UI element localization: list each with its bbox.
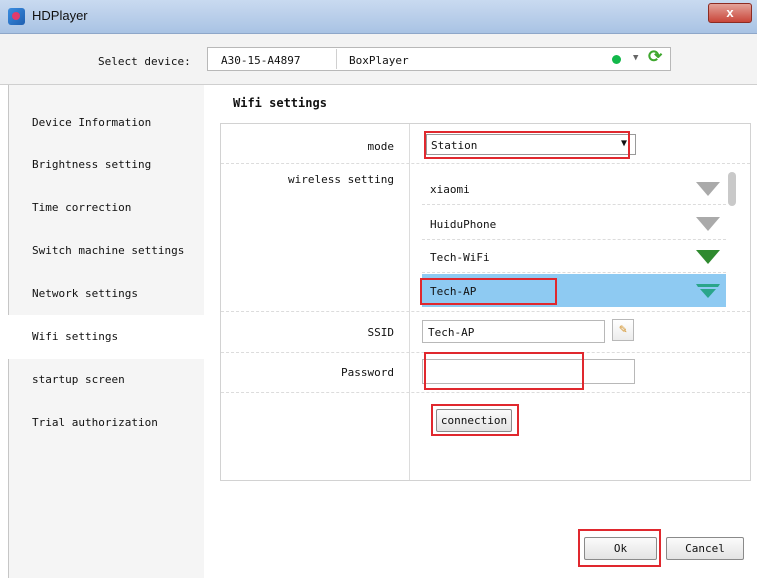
app-logo-icon [8, 8, 25, 25]
window-title: HDPlayer [32, 8, 88, 23]
device-name: BoxPlayer [349, 54, 409, 67]
highlight-network [420, 278, 557, 305]
sidebar-item-switch-machine-settings[interactable]: Switch machine settings [8, 229, 204, 273]
row-divider [221, 392, 750, 393]
ssid-value: Tech-AP [428, 326, 475, 339]
wifi-network-name: Tech-WiFi [430, 251, 490, 264]
wifi-network-name: xiaomi [430, 183, 470, 196]
sidebar-item-wifi-settings[interactable]: Wifi settings [8, 315, 204, 359]
wifi-network-item[interactable]: xiaomi [422, 172, 726, 205]
page-title: Wifi settings [233, 96, 327, 110]
device-divider [336, 49, 337, 69]
wifi-signal-icon [696, 250, 720, 264]
wireless-setting-label: wireless setting [288, 173, 394, 186]
chevron-down-icon[interactable]: ▼ [633, 53, 638, 63]
password-label: Password [341, 366, 394, 379]
select-device-label: Select device: [98, 55, 191, 68]
device-id: A30-15-A4897 [221, 54, 301, 67]
wifi-signal-icon [696, 217, 720, 231]
wifi-network-item[interactable]: Tech-WiFi [422, 240, 726, 273]
title-bar [0, 0, 757, 34]
sidebar-item-time-correction[interactable]: Time correction [8, 186, 204, 230]
close-button[interactable]: x [708, 3, 752, 23]
sidebar-item-brightness-setting[interactable]: Brightness setting [8, 143, 204, 187]
highlight-connection [431, 404, 519, 436]
wifi-signal-icon [696, 182, 720, 196]
highlight-mode [424, 131, 630, 159]
highlight-ok [578, 529, 661, 567]
refresh-icon[interactable]: ⟳ [648, 47, 662, 67]
wifi-network-name: HuiduPhone [430, 218, 497, 231]
wifi-list-scrollbar[interactable] [728, 172, 736, 206]
sidebar-item-trial-authorization[interactable]: Trial authorization [8, 401, 204, 445]
column-divider [409, 124, 410, 480]
sidebar-item-network-settings[interactable]: Network settings [8, 272, 204, 316]
mode-label: mode [367, 140, 395, 153]
edit-pencil-icon[interactable]: ✎ [612, 319, 634, 341]
highlight-password [424, 352, 584, 390]
row-divider [221, 311, 750, 312]
sidebar-item-startup-screen[interactable]: startup screen [8, 358, 204, 402]
sidebar-item-device-information[interactable]: Device Information [8, 101, 204, 145]
wifi-network-item[interactable]: HuiduPhone [422, 207, 726, 240]
online-status-icon [612, 55, 621, 64]
cancel-button[interactable]: Cancel [666, 537, 744, 560]
ssid-label: SSID [367, 326, 395, 339]
row-divider [221, 163, 750, 164]
wifi-signal-icon [696, 284, 720, 298]
